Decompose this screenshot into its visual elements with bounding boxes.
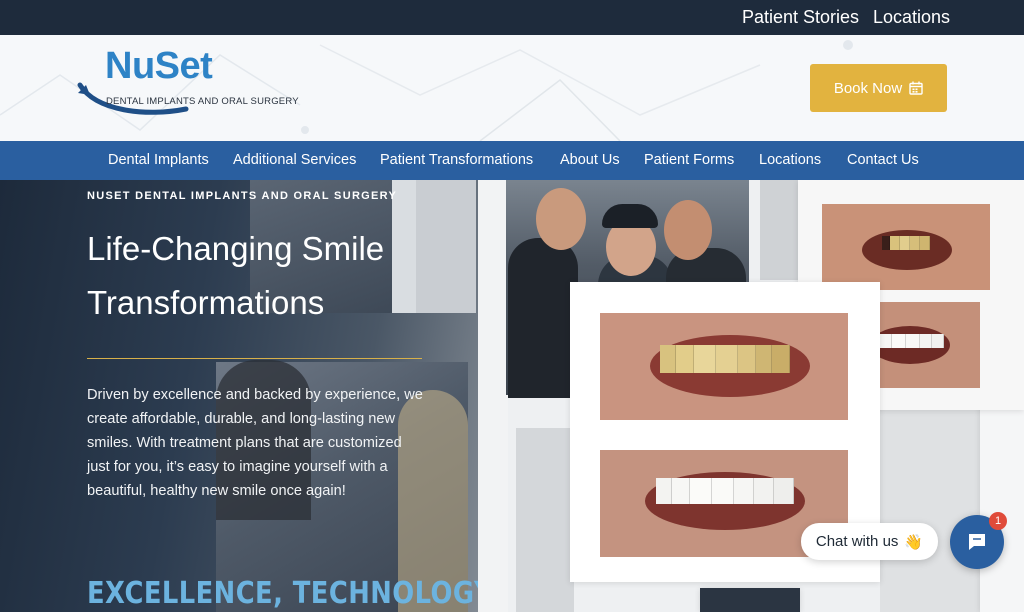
nuset-logo[interactable]: NuSet DENTAL IMPLANTS AND ORAL SURGERY [76,45,306,125]
nav-contact-us[interactable]: Contact Us [847,152,919,168]
nav-dental-implants[interactable]: Dental Implants [108,152,209,168]
nav-locations[interactable]: Locations [759,152,821,168]
book-now-button[interactable]: Book Now [810,64,947,112]
collage-gray-block [760,180,798,280]
patient-stories-link[interactable]: Patient Stories [742,7,859,28]
hero-subheading: EXCELLENCE, TECHNOLOGY [87,576,494,611]
team-member-shirt [508,238,578,398]
calendar-icon [909,81,923,95]
before-smile-photo [822,204,990,290]
nav-patient-forms[interactable]: Patient Forms [644,152,734,168]
hero-description: Driven by excellence and backed by exper… [87,387,423,499]
nav-about-us[interactable]: About Us [560,152,620,168]
logo-wordmark: NuSet [105,45,213,87]
teeth-after [880,334,944,348]
chat-icon [969,534,985,550]
collage-gray-block [516,428,574,612]
logo-tagline: DENTAL IMPLANTS AND ORAL SURGERY [106,96,299,107]
chat-notification-badge: 1 [989,512,1007,530]
nav-patient-transformations[interactable]: Patient Transformations [380,152,533,168]
collage-photo-bottom [700,588,800,612]
team-member-head [664,200,712,260]
hero-divider [87,358,422,359]
teeth-before [882,236,932,250]
collage-frame [478,180,508,612]
teeth-before [660,345,790,373]
teeth-after [656,478,794,504]
chat-prompt-bubble[interactable]: Chat with us 👋 [801,523,938,560]
waving-hand-icon: 👋 [904,533,924,551]
book-now-label: Book Now [833,79,903,97]
nav-additional-services[interactable]: Additional Services [233,152,356,168]
collage-gray-block [880,410,980,612]
after-smile-photo [880,302,980,388]
hero-eyebrow: NUSET DENTAL IMPLANTS AND ORAL SURGERY [87,190,398,202]
chat-prompt-label: Chat with us [815,533,899,550]
top-utility-bar: Patient Stories Locations [0,0,1024,35]
team-member-cap [602,204,658,228]
hero-title: Life-Changing Smile Transformations [87,230,385,321]
main-navigation: Dental Implants Additional Services Pati… [0,141,1024,180]
team-member-head [536,188,586,250]
site-header: NuSet DENTAL IMPLANTS AND ORAL SURGERY B… [0,35,1024,141]
top-locations-link[interactable]: Locations [873,7,950,28]
before-smile-photo [600,313,848,420]
